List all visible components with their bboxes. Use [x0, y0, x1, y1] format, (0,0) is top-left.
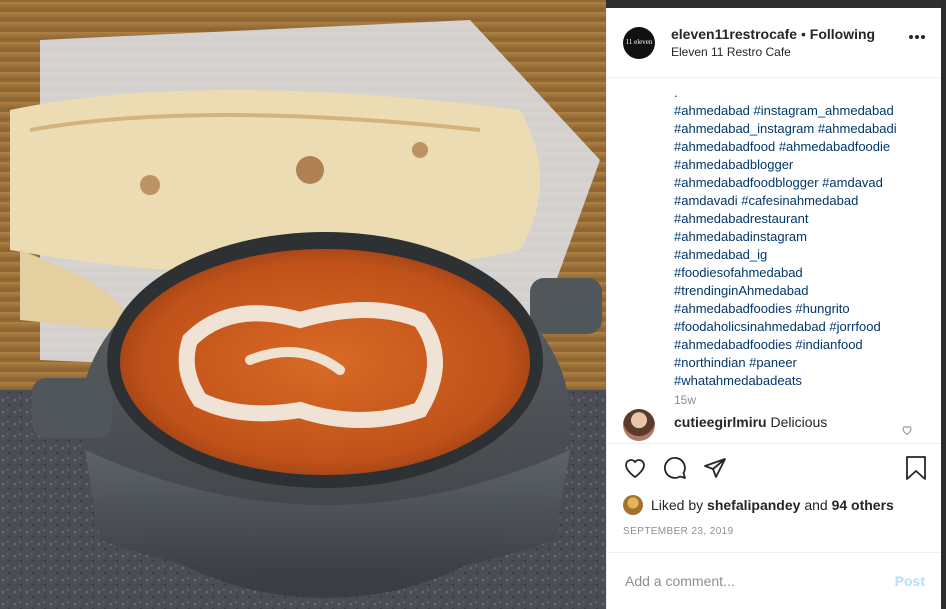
display-name: Eleven 11 Restro Cafe [671, 45, 791, 59]
caption: . #ahmedabad #instagram_ahmedabad #ahmedab… [607, 78, 941, 391]
separator-dot: • [800, 26, 806, 42]
username-line: eleven11restrocafe • Following [671, 26, 875, 42]
caption-hashtags-line[interactable]: #foodiesofahmedabad [674, 264, 925, 282]
post-details-panel: 11 eleven eleven11restrocafe • Following… [606, 8, 941, 609]
caption-hashtags-line[interactable]: #ahmedabadfood #ahmedabadfoodie [674, 138, 925, 156]
save-icon[interactable] [905, 456, 927, 485]
caption-hashtags-line[interactable]: #ahmedabadblogger [674, 156, 925, 174]
likes-others-link[interactable]: 94 others [832, 497, 894, 513]
post-comment-button[interactable]: Post [895, 573, 925, 589]
more-options-icon[interactable] [909, 35, 925, 39]
following-button[interactable]: Following [810, 26, 875, 42]
caption-age: 15w [674, 393, 697, 407]
caption-hashtags-line[interactable]: #trendinginAhmedabad [674, 282, 925, 300]
food-photo [0, 0, 606, 609]
caption-hashtags-line[interactable]: #ahmedabadfoodies #hungrito [674, 300, 925, 318]
caption-dot: . [674, 85, 678, 100]
action-bar [607, 443, 941, 492]
add-comment-bar: Post [607, 552, 941, 609]
comment-row: cutieegirlmiru Delicious [607, 409, 941, 443]
caption-hashtags-line[interactable]: #ahmedabad_instagram #ahmedabadi [674, 120, 925, 138]
comment-like-icon[interactable] [901, 423, 913, 441]
comment-body: Delicious [770, 414, 828, 430]
add-comment-input[interactable] [623, 572, 895, 590]
caption-hashtags-line[interactable]: #ahmedabad #instagram_ahmedabad [674, 102, 925, 120]
caption-hashtags-line[interactable]: #whatahmedabadeats [674, 372, 925, 390]
caption-hashtags-line[interactable]: #foodaholicsinahmedabad #jorrfood [674, 318, 925, 336]
caption-hashtags-line[interactable]: #northindian #paneer [674, 354, 925, 372]
post-header: 11 eleven eleven11restrocafe • Following… [607, 8, 941, 78]
caption-hashtags-line[interactable]: #ahmedabad_ig [674, 246, 925, 264]
commenter-username[interactable]: cutieegirlmiru [674, 414, 767, 430]
username-link[interactable]: eleven11restrocafe [671, 26, 797, 42]
commenter-avatar[interactable] [623, 409, 655, 441]
caption-hashtags-line[interactable]: #ahmedabadfoodblogger #amdavad [674, 174, 925, 192]
comment-text: cutieegirlmiru Delicious [674, 414, 827, 430]
comment-icon[interactable] [663, 456, 687, 480]
window-top-strip [606, 0, 946, 8]
like-icon[interactable] [623, 456, 647, 480]
likes-conj: and [804, 497, 828, 513]
caption-hashtags-line[interactable]: #ahmedabadinstagram [674, 228, 925, 246]
liker-username[interactable]: shefalipandey [707, 497, 800, 513]
post-image[interactable] [0, 0, 606, 609]
account-avatar[interactable]: 11 eleven [623, 26, 655, 59]
likes-prefix: Liked by [651, 497, 704, 513]
caption-hashtags-line[interactable]: #amdavadi #cafesinahmedabad [674, 192, 925, 210]
caption-hashtags-line[interactable]: #ahmedabadrestaurant [674, 210, 925, 228]
likes-line: Liked by shefalipandey and 94 others [607, 492, 941, 518]
caption-hashtags-line[interactable]: #ahmedabadfoodies #indianfood [674, 336, 925, 354]
share-icon[interactable] [703, 456, 727, 480]
liker-avatar[interactable] [623, 495, 643, 515]
header-text: eleven11restrocafe • Following Eleven 11… [671, 26, 875, 59]
window-right-strip [941, 0, 946, 609]
avatar-logo-text: 11 eleven [625, 38, 653, 46]
post-date[interactable]: SEPTEMBER 23, 2019 [607, 518, 941, 554]
